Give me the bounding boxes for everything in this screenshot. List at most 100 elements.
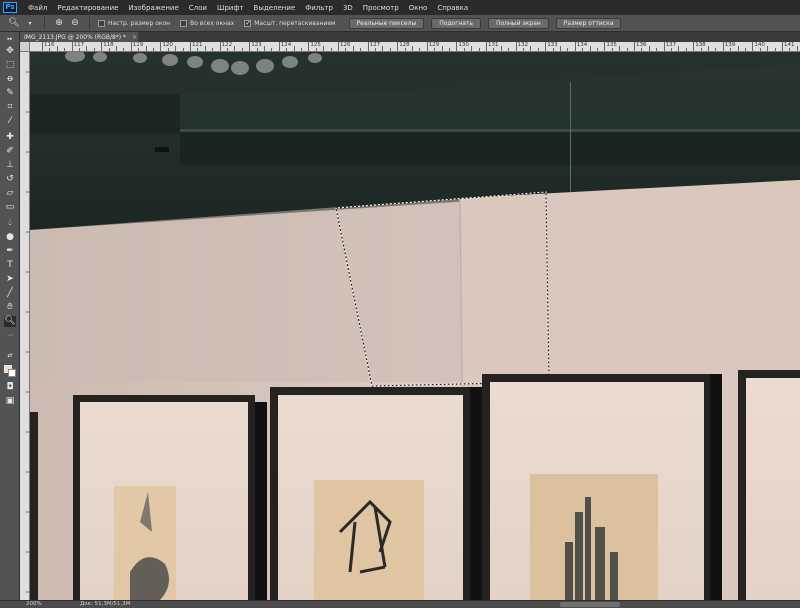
ruler-tick	[352, 46, 354, 51]
ruler-tick	[463, 48, 465, 51]
checkbox-box-checked[interactable]: ✓	[244, 19, 252, 27]
panel-collapse-icon[interactable]: ▸▸	[4, 36, 16, 42]
gradient-tool-icon[interactable]: ▭	[4, 202, 16, 213]
print-size-button[interactable]: Размер оттиска	[555, 17, 622, 29]
dodge-tool-icon[interactable]: ●	[4, 232, 16, 243]
quick-select-tool-icon[interactable]: ✎	[4, 88, 16, 99]
menu-edit[interactable]: Редактирование	[52, 4, 123, 12]
horizontal-scrollbar[interactable]	[560, 602, 620, 607]
fill-screen-button[interactable]: Полный экран	[487, 17, 549, 29]
menu-select[interactable]: Выделение	[249, 4, 301, 12]
ruler-tick	[56, 46, 58, 51]
history-brush-tool-icon[interactable]: ↺	[4, 174, 16, 185]
eyedropper-tool-icon[interactable]: ⁄	[4, 116, 16, 127]
hand-tool-icon[interactable]: ✋︎	[4, 302, 16, 313]
resize-windows-checkbox[interactable]: Настр. размер окон	[98, 19, 170, 27]
ruler-tick	[508, 48, 510, 51]
ruler-tick	[397, 42, 399, 51]
ruler-tick	[685, 48, 687, 51]
checkbox-box[interactable]	[98, 19, 105, 27]
ruler-tick	[708, 46, 709, 51]
ruler-origin[interactable]	[20, 42, 30, 52]
ruler-tick	[138, 48, 140, 51]
move-tool-icon[interactable]: ✥	[4, 46, 16, 57]
ruler-tick	[338, 42, 339, 51]
ruler-tick	[389, 48, 391, 51]
ruler-tick	[715, 48, 717, 51]
swap-colors-icon[interactable]: ⇄	[4, 350, 16, 361]
zoom-tool-icon[interactable]: 🔍︎	[8, 18, 20, 28]
ruler-tick	[167, 48, 169, 51]
ruler-tick	[500, 46, 502, 51]
ruler-tick	[101, 42, 103, 51]
ruler-tick	[530, 46, 532, 51]
vertical-ruler[interactable]	[20, 52, 30, 600]
checkbox-box[interactable]	[180, 19, 188, 27]
ruler-tick	[160, 42, 162, 51]
lasso-tool-icon[interactable]: ꝋ	[4, 74, 16, 85]
ruler-tick	[737, 46, 739, 51]
background-color-swatch[interactable]	[8, 369, 16, 377]
more-tools-icon[interactable]: ⋯	[4, 330, 16, 341]
zoom-all-windows-checkbox[interactable]: Во всех окнах	[180, 19, 234, 27]
menu-filter[interactable]: Фильтр	[300, 4, 338, 12]
type-tool-icon[interactable]: T	[4, 260, 16, 271]
horizontal-ruler[interactable]: 116 117 118 119 120 121 122 123 124 125 126 127 128 1…	[30, 42, 800, 52]
tool-preset-chevron-icon[interactable]: ▾	[24, 20, 36, 27]
brush-tool-icon[interactable]: ✐	[4, 146, 16, 157]
menu-view[interactable]: Просмотр	[358, 4, 404, 12]
zoom-out-icon[interactable]: ⊖	[69, 18, 81, 28]
scrubby-zoom-checkbox[interactable]: ✓ Масшт. перетаскиванием	[244, 19, 336, 27]
ruler-tick	[634, 42, 635, 51]
menu-window[interactable]: Окно	[404, 4, 433, 12]
menu-3d[interactable]: 3D	[338, 4, 358, 12]
menu-type[interactable]: Шрифт	[212, 4, 249, 12]
ruler-tick	[256, 48, 258, 51]
actual-pixels-button[interactable]: Реальные пикселы	[348, 17, 425, 29]
marquee-tool-icon[interactable]: ⬚	[4, 60, 16, 71]
quick-mask-icon[interactable]: ◘	[4, 382, 16, 393]
menu-layers[interactable]: Слои	[184, 4, 212, 12]
zoom-in-icon[interactable]: ⊕	[53, 18, 65, 28]
close-tab-icon[interactable]: ×	[132, 34, 137, 41]
ruler-tick	[86, 46, 88, 51]
ruler-tick	[641, 48, 643, 51]
ruler-tick	[582, 48, 584, 51]
path-select-tool-icon[interactable]: ➤	[4, 274, 16, 285]
fit-screen-button[interactable]: Подогнать	[431, 17, 481, 29]
ruler-tick	[123, 48, 125, 51]
ruler-tick	[426, 42, 428, 51]
ruler-tick	[301, 48, 302, 51]
zoom-level-field[interactable]: 200%	[26, 601, 42, 608]
ruler-tick	[449, 48, 450, 51]
pen-tool-icon[interactable]: ✒	[4, 246, 16, 257]
menu-bar: Ps Файл Редактирование Изображение Слои …	[0, 0, 800, 15]
menu-image[interactable]: Изображение	[123, 4, 183, 12]
ruler-tick	[671, 48, 672, 51]
eraser-tool-icon[interactable]: ▱	[4, 188, 16, 199]
document-canvas[interactable]	[30, 52, 800, 600]
checkbox-label: Масшт. перетаскиванием	[254, 19, 336, 27]
ruler-tick	[486, 42, 487, 51]
ruler-tick	[308, 42, 310, 51]
ruler-tick	[552, 48, 554, 51]
document-tab[interactable]: IMG_2113.JPG @ 200% (RGB/8*) * ×	[20, 32, 138, 42]
zoom-tool-icon[interactable]: 🔍︎	[4, 316, 16, 327]
ruler-tick	[537, 48, 539, 51]
divider	[44, 17, 45, 29]
ruler-tick	[412, 46, 413, 51]
clone-stamp-tool-icon[interactable]: ⊥	[4, 160, 16, 171]
document-size-info[interactable]: Док: 51,3M/51,3M	[80, 601, 130, 608]
ruler-tick	[722, 42, 724, 51]
crop-tool-icon[interactable]: ⌗	[4, 102, 16, 113]
blur-tool-icon[interactable]: 💧︎	[4, 218, 16, 229]
ruler-tick	[678, 46, 680, 51]
screen-mode-icon[interactable]: ▣	[4, 396, 16, 407]
ruler-tick	[227, 48, 228, 51]
menu-help[interactable]: Справка	[432, 4, 473, 12]
ruler-tick	[782, 42, 783, 51]
line-tool-icon[interactable]: ╱	[4, 288, 16, 299]
healing-brush-tool-icon[interactable]: ✚	[4, 132, 16, 143]
ruler-tick	[130, 42, 132, 51]
menu-file[interactable]: Файл	[23, 4, 52, 12]
